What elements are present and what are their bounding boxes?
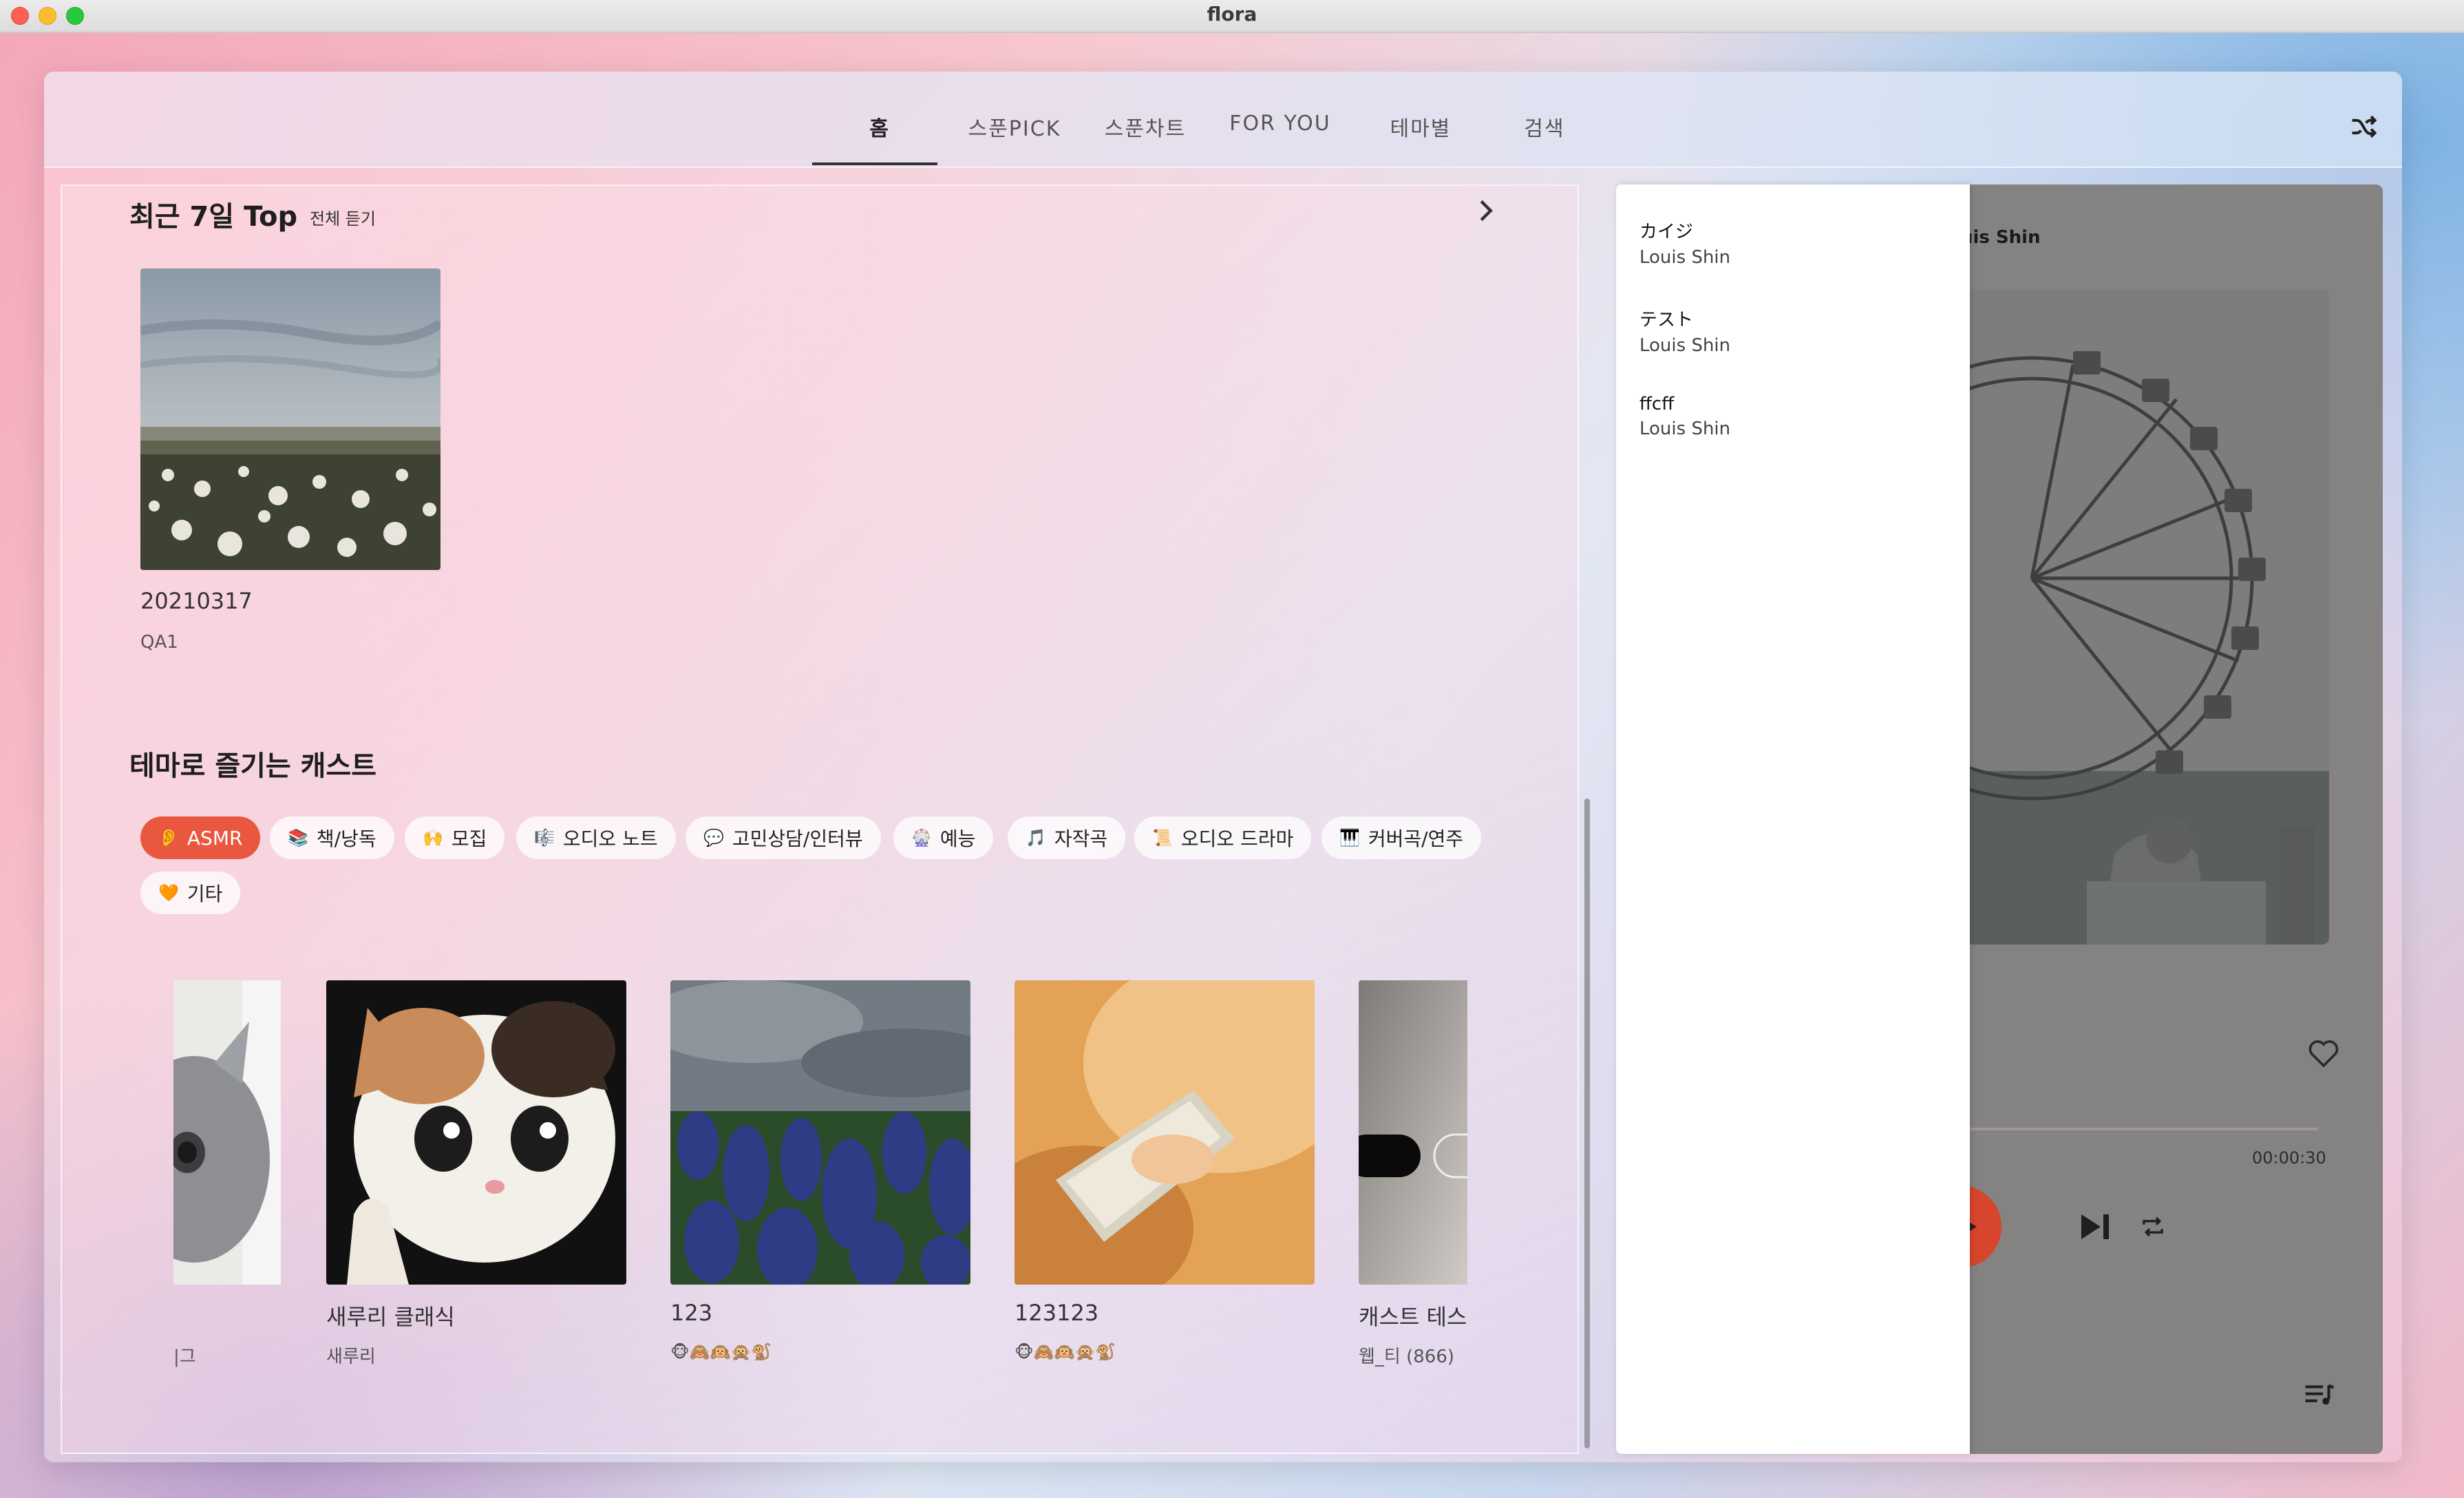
theme-chip-label: 오디오 드라마 [1180, 827, 1294, 850]
active-tab-indicator [812, 162, 937, 165]
recent-top-item-subtitle: QA1 [140, 632, 178, 653]
theme-chip-counseling[interactable]: 💬 고민상담/인터뷰 [686, 816, 881, 859]
cast-subtitle: |그 [173, 1347, 196, 1367]
theme-chip-label: 자작곡 [1054, 827, 1108, 850]
raised-hands-icon: 🙌 [423, 828, 443, 847]
theme-chip-asmr[interactable]: 👂 ASMR [140, 816, 261, 859]
cast-subtitle: 새루리 [326, 1347, 376, 1367]
top-navigation: 홈 스푼PICK 스푼차트 FOR YOU 테마별 검색 [44, 72, 2402, 168]
window-titlebar: flora [0, 0, 2464, 33]
cast-thumbnail[interactable] [1359, 980, 1467, 1285]
tab-theme[interactable]: 테마별 [1366, 112, 1476, 142]
theme-chip-label: 모집 [451, 827, 487, 850]
tab-search[interactable]: 검색 [1496, 112, 1593, 142]
playlist-dropdown: カイジ Louis Shin テスト Louis Shin ffcff Loui… [1616, 184, 1970, 1454]
orange-heart-icon: 🧡 [158, 883, 179, 903]
playlist-item[interactable]: ffcff Louis Shin [1639, 394, 1730, 439]
tab-spoon-pick[interactable]: 스푼PICK [953, 112, 1076, 142]
theme-chip-cover[interactable]: 🎹 커버곡/연주 [1321, 816, 1482, 859]
books-icon: 📚 [288, 828, 308, 847]
cast-subtitle: 웹_티 (866) [1359, 1347, 1455, 1367]
cast-thumbnail[interactable] [670, 980, 970, 1285]
cast-title: 새루리 클래식 [326, 1304, 455, 1330]
window-title: flora [1207, 3, 1257, 25]
tab-home[interactable]: 홈 [859, 112, 900, 142]
ferris-wheel-icon: 🎡 [911, 828, 932, 847]
music-score-icon: 🎼 [534, 828, 555, 847]
cast-thumbnail[interactable] [326, 980, 626, 1285]
playlist-item-artist: Louis Shin [1639, 247, 1731, 268]
content-scrollbar[interactable] [1584, 799, 1590, 1448]
theme-chip-audio-note[interactable]: 🎼 오디오 노트 [516, 816, 676, 859]
playlist-item-title: カイジ [1639, 222, 1694, 242]
tab-for-you[interactable]: FOR YOU [1211, 112, 1349, 136]
heart-icon[interactable] [2307, 1038, 2340, 1068]
playlist-item[interactable]: テスト Louis Shin [1639, 306, 1730, 356]
speech-bubble-icon: 💬 [703, 828, 724, 847]
cast-thumbnail[interactable] [1015, 980, 1315, 1285]
music-note-icon: 🎵 [1026, 828, 1046, 847]
cast-title: 캐스트 테스 [1359, 1304, 1467, 1330]
playlist-item[interactable]: カイジ Louis Shin [1639, 218, 1730, 268]
repeat-icon[interactable] [2139, 1214, 2167, 1239]
theme-chip-label: ASMR [187, 826, 243, 850]
recent-top-item-title: 20210317 [140, 588, 253, 614]
theme-chip-label: 책/낭독 [316, 827, 376, 850]
theme-chip-variety[interactable]: 🎡 예능 [893, 816, 994, 859]
shuffle-icon[interactable] [2348, 112, 2379, 142]
theme-chip-label: 예능 [939, 827, 976, 850]
recent-top-thumbnail[interactable] [140, 268, 440, 570]
playlist-item-artist: Louis Shin [1639, 335, 1731, 356]
theme-chip-other[interactable]: 🧡 기타 [140, 872, 241, 914]
themes-title: 테마로 즐기는 캐스트 [129, 750, 377, 782]
player-artist: uis Shin [1960, 227, 2041, 248]
theme-chip-label: 오디오 노트 [562, 827, 658, 850]
queue-icon[interactable] [2304, 1382, 2335, 1407]
cast-thumbnail[interactable] [173, 980, 281, 1285]
recent-top-title: 최근 7일 Top [129, 201, 298, 233]
cast-subtitle: 🐵🙈🙉🙊🐒 [670, 1342, 772, 1362]
next-icon[interactable] [2077, 1210, 2113, 1243]
theme-chip-label: 커버곡/연주 [1368, 827, 1464, 850]
theme-chip-books[interactable]: 📚 책/낭독 [270, 816, 394, 859]
piano-icon: 🎹 [1339, 828, 1360, 847]
theme-chip-original-song[interactable]: 🎵 자작곡 [1008, 816, 1126, 859]
scroll-icon: 📜 [1152, 828, 1173, 847]
theme-chip-label: 고민상담/인터뷰 [732, 827, 863, 850]
player-album-art [1949, 289, 2329, 945]
total-time: 00:00:30 [2252, 1148, 2326, 1168]
cast-title: 123 [670, 1300, 713, 1326]
theme-chip-audio-drama[interactable]: 📜 오디오 드라마 [1134, 816, 1312, 859]
cast-title: 123123 [1015, 1300, 1099, 1326]
playlist-item-title: ffcff [1639, 394, 1675, 414]
ear-icon: 👂 [158, 828, 179, 847]
tab-spoon-chart[interactable]: 스푼차트 [1083, 112, 1207, 142]
theme-chip-recruit[interactable]: 🙌 모집 [405, 816, 505, 859]
chevron-right-icon[interactable] [1476, 198, 1496, 223]
playlist-item-artist: Louis Shin [1639, 419, 1731, 439]
cast-subtitle: 🐵🙈🙉🙊🐒 [1015, 1342, 1116, 1362]
play-all-link[interactable]: 전체 듣기 [310, 205, 376, 229]
playlist-item-title: テスト [1639, 310, 1694, 330]
theme-chip-label: 기타 [187, 883, 223, 905]
